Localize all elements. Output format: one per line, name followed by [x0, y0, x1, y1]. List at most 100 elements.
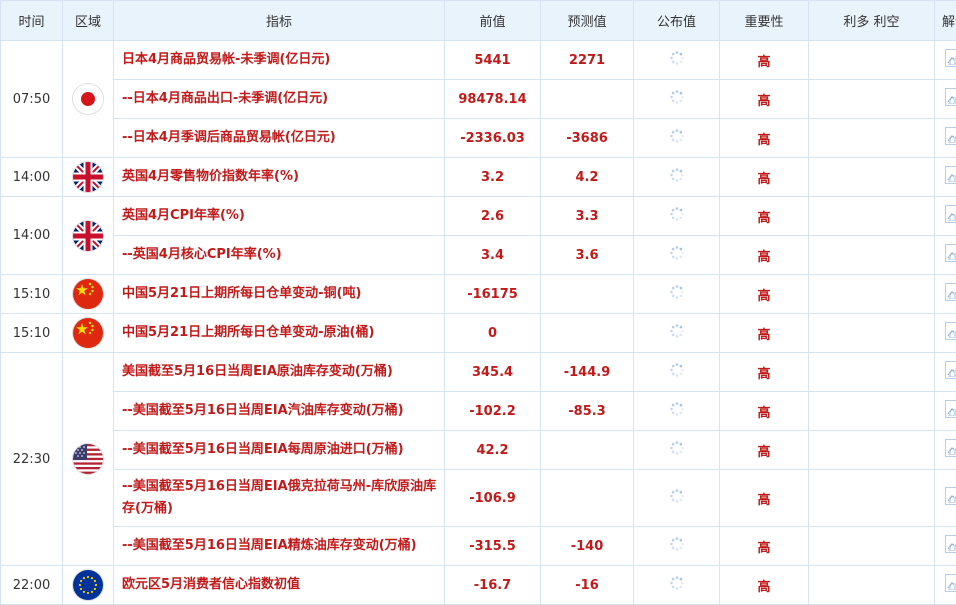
us-flag-icon — [73, 444, 103, 474]
previous-value: 3.4 — [445, 236, 541, 275]
loading-spinner-icon — [669, 362, 685, 382]
loading-spinner-icon — [669, 245, 685, 265]
interpret-cell — [935, 197, 956, 236]
actual-value — [634, 431, 720, 470]
table-row: --日本4月季调后商品贸易帐(亿日元) -2336.03 -3686 高 — [1, 119, 956, 158]
importance-value: 高 — [720, 41, 809, 80]
impact-cell — [809, 527, 935, 566]
region-cell — [63, 275, 114, 314]
chart-analysis-icon[interactable] — [945, 322, 956, 344]
table-row: 07:50 日本4月商品贸易帐-未季调(亿日元) 5441 2271 高 — [1, 41, 956, 80]
actual-value — [634, 353, 720, 392]
forecast-value: -16 — [541, 566, 634, 605]
previous-value: -315.5 — [445, 527, 541, 566]
interpret-cell — [935, 119, 956, 158]
interpret-cell — [935, 470, 956, 527]
table-row: --美国截至5月16日当周EIA每周原油进口(万桶) 42.2 高 — [1, 431, 956, 470]
indicator-link[interactable]: --日本4月季调后商品贸易帐(亿日元) — [114, 119, 445, 158]
chart-analysis-icon[interactable] — [945, 574, 956, 596]
forecast-value — [541, 314, 634, 353]
region-cell — [63, 566, 114, 605]
loading-spinner-icon — [669, 128, 685, 148]
forecast-value — [541, 431, 634, 470]
importance-value: 高 — [720, 431, 809, 470]
indicator-link[interactable]: --英国4月核心CPI年率(%) — [114, 236, 445, 275]
importance-value: 高 — [720, 353, 809, 392]
loading-spinner-icon — [669, 50, 685, 70]
impact-cell — [809, 314, 935, 353]
time-cell: 15:10 — [1, 275, 63, 314]
table-row: --美国截至5月16日当周EIA精炼油库存变动(万桶) -315.5 -140 … — [1, 527, 956, 566]
indicator-link[interactable]: --美国截至5月16日当周EIA精炼油库存变动(万桶) — [114, 527, 445, 566]
loading-spinner-icon — [669, 323, 685, 343]
chart-analysis-icon[interactable] — [945, 166, 956, 188]
chart-analysis-icon[interactable] — [945, 400, 956, 422]
loading-spinner-icon — [669, 206, 685, 226]
table-row: --美国截至5月16日当周EIA俄克拉荷马州-库欣原油库存(万桶) -106.9… — [1, 470, 956, 527]
previous-value: 0 — [445, 314, 541, 353]
indicator-link[interactable]: 英国4月CPI年率(%) — [114, 197, 445, 236]
importance-value: 高 — [720, 470, 809, 527]
loading-spinner-icon — [669, 488, 685, 508]
actual-value — [634, 236, 720, 275]
chart-analysis-icon[interactable] — [945, 439, 956, 461]
region-cell — [63, 314, 114, 353]
forecast-value: 3.3 — [541, 197, 634, 236]
indicator-link[interactable]: 欧元区5月消费者信心指数初值 — [114, 566, 445, 605]
table-header-row: 时间 区域 指标 前值 预测值 公布值 重要性 利多 利空 解读 — [1, 1, 956, 41]
time-cell: 07:50 — [1, 41, 63, 158]
indicator-link[interactable]: --美国截至5月16日当周EIA每周原油进口(万桶) — [114, 431, 445, 470]
importance-value: 高 — [720, 197, 809, 236]
previous-value: 98478.14 — [445, 80, 541, 119]
chart-analysis-icon[interactable] — [945, 88, 956, 110]
chart-analysis-icon[interactable] — [945, 244, 956, 266]
previous-value: 3.2 — [445, 158, 541, 197]
actual-value — [634, 470, 720, 527]
previous-value: -16.7 — [445, 566, 541, 605]
indicator-link[interactable]: 英国4月零售物价指数年率(%) — [114, 158, 445, 197]
indicator-link[interactable]: 日本4月商品贸易帐-未季调(亿日元) — [114, 41, 445, 80]
chart-analysis-icon[interactable] — [945, 361, 956, 383]
indicator-link[interactable]: 中国5月21日上期所每日仓单变动-原油(桶) — [114, 314, 445, 353]
table-row: 15:10 中国5月21日上期所每日仓单变动-原油(桶) 0 高 — [1, 314, 956, 353]
indicator-link[interactable]: --日本4月商品出口-未季调(亿日元) — [114, 80, 445, 119]
loading-spinner-icon — [669, 284, 685, 304]
loading-spinner-icon — [669, 401, 685, 421]
loading-spinner-icon — [669, 575, 685, 595]
chart-analysis-icon[interactable] — [945, 535, 956, 557]
importance-value: 高 — [720, 119, 809, 158]
interpret-cell — [935, 314, 956, 353]
chart-analysis-icon[interactable] — [945, 127, 956, 149]
header-indicator: 指标 — [114, 1, 445, 41]
impact-cell — [809, 80, 935, 119]
actual-value — [634, 314, 720, 353]
indicator-link[interactable]: 中国5月21日上期所每日仓单变动-铜(吨) — [114, 275, 445, 314]
chart-analysis-icon[interactable] — [945, 283, 956, 305]
impact-cell — [809, 392, 935, 431]
interpret-cell — [935, 431, 956, 470]
interpret-cell — [935, 527, 956, 566]
chart-analysis-icon[interactable] — [945, 205, 956, 227]
chart-analysis-icon[interactable] — [945, 49, 956, 71]
indicator-link[interactable]: --美国截至5月16日当周EIA汽油库存变动(万桶) — [114, 392, 445, 431]
table-row: 15:10 中国5月21日上期所每日仓单变动-铜(吨) -16175 高 — [1, 275, 956, 314]
header-forecast: 预测值 — [541, 1, 634, 41]
impact-cell — [809, 119, 935, 158]
china-flag-icon — [73, 279, 103, 309]
table-row: --日本4月商品出口-未季调(亿日元) 98478.14 高 — [1, 80, 956, 119]
importance-value: 高 — [720, 314, 809, 353]
forecast-value: -3686 — [541, 119, 634, 158]
chart-analysis-icon[interactable] — [945, 487, 956, 509]
actual-value — [634, 566, 720, 605]
actual-value — [634, 197, 720, 236]
header-importance: 重要性 — [720, 1, 809, 41]
table-row: 22:30 美国截至5月16日当周EIA原油库存变动(万桶) 345.4 -14… — [1, 353, 956, 392]
forecast-value: 3.6 — [541, 236, 634, 275]
importance-value: 高 — [720, 275, 809, 314]
impact-cell — [809, 158, 935, 197]
indicator-link[interactable]: 美国截至5月16日当周EIA原油库存变动(万桶) — [114, 353, 445, 392]
indicator-link[interactable]: --美国截至5月16日当周EIA俄克拉荷马州-库欣原油库存(万桶) — [114, 470, 445, 527]
table-row: 14:00 英国4月CPI年率(%) 2.6 3.3 高 — [1, 197, 956, 236]
previous-value: 5441 — [445, 41, 541, 80]
importance-value: 高 — [720, 566, 809, 605]
